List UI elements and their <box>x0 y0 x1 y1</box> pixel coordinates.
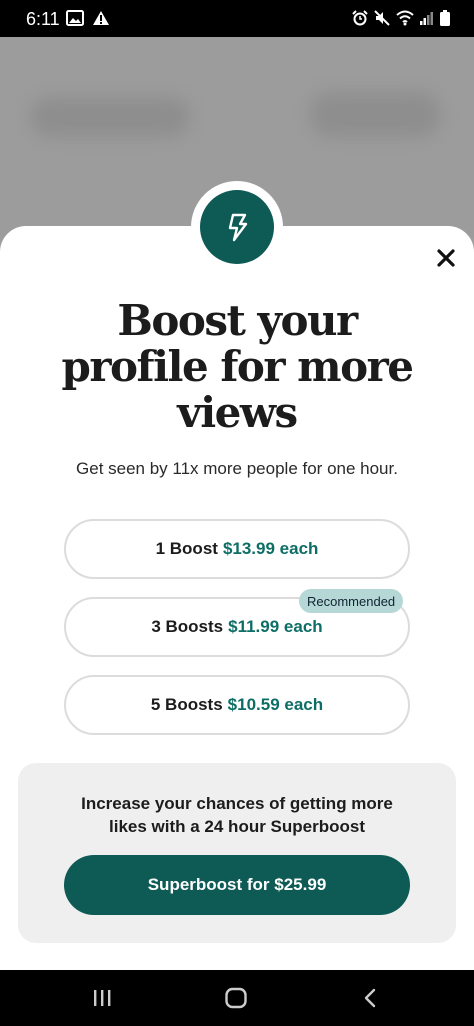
sheet-subtitle: Get seen by 11x more people for one hour… <box>76 459 398 478</box>
option-price: $11.99 each <box>228 617 323 636</box>
recent-apps-icon <box>94 990 111 1006</box>
status-time: 6:11 <box>26 9 60 29</box>
wifi-icon <box>396 10 414 26</box>
back-icon <box>364 988 376 1008</box>
superboost-text-line: likes with a 24 hour Superboost <box>109 817 365 836</box>
image-icon <box>66 10 84 26</box>
option-label: 3 Boosts <box>151 617 224 636</box>
blurred-shape <box>30 97 190 137</box>
option-price: $13.99 each <box>222 539 319 558</box>
superboost-text-line: Increase your chances of getting more <box>81 794 393 813</box>
boost-option-1[interactable]: 1 Boost $13.99 each <box>64 519 410 579</box>
status-right-icons <box>352 10 450 26</box>
close-icon <box>437 249 455 267</box>
boost-badge <box>200 190 274 264</box>
signal-icon <box>420 12 433 25</box>
mute-icon <box>374 10 390 26</box>
blurred-shape <box>310 92 440 137</box>
superboost-panel <box>18 763 456 943</box>
navigation-bar <box>0 970 474 1026</box>
option-label: 5 Boosts <box>150 695 223 714</box>
sheet-title: Boost your profile for more views <box>40 298 434 436</box>
back-button[interactable] <box>350 984 390 1012</box>
alarm-icon <box>352 10 368 26</box>
superboost-text: Increase your chances of getting more li… <box>20 792 454 838</box>
lightning-icon <box>228 213 248 242</box>
title-line: Boost your <box>117 296 358 345</box>
superboost-button[interactable]: Superboost for $25.99 <box>64 855 410 915</box>
home-icon <box>225 987 247 1009</box>
recommended-badge: Recommended <box>299 589 404 613</box>
alert-icon <box>93 11 109 25</box>
option-label: 1 Boost <box>155 539 218 558</box>
status-left-icons <box>66 10 110 26</box>
close-button[interactable] <box>428 240 464 276</box>
recent-apps-button[interactable] <box>82 984 122 1012</box>
home-button[interactable] <box>216 984 256 1012</box>
title-line: profile for more <box>61 342 414 391</box>
boost-option-5[interactable]: 5 Boosts $10.59 each <box>64 675 410 735</box>
battery-icon <box>440 10 450 26</box>
status-bar: 6:11 <box>0 0 474 37</box>
option-price: $10.59 each <box>227 695 324 714</box>
title-line: views <box>177 388 298 437</box>
